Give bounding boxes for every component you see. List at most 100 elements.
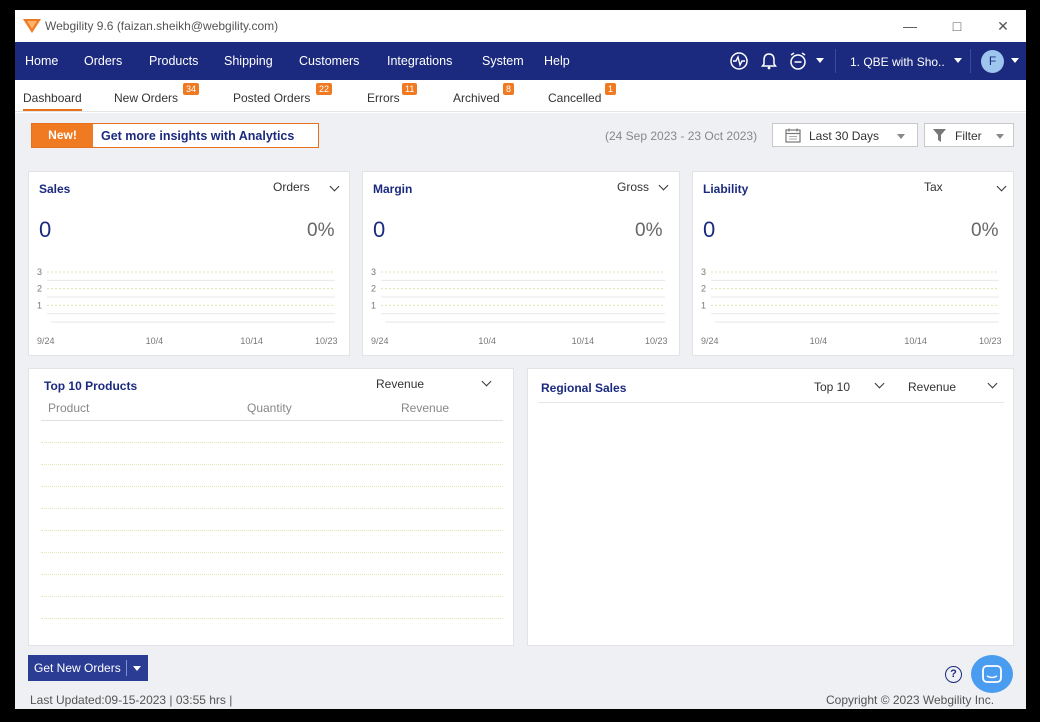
copyright: Copyright © 2023 Webgility Inc. (826, 693, 995, 707)
alarm-icon[interactable] (788, 51, 808, 71)
liability-dropdown[interactable]: Tax (924, 180, 943, 194)
x-tick-label: 9/24 (701, 336, 719, 346)
nav-divider (835, 49, 836, 73)
column-revenue[interactable]: Revenue (401, 401, 449, 415)
sales-dropdown[interactable]: Orders (273, 180, 310, 194)
regional-sales-card: Regional Sales Top 10 Revenue (527, 368, 1014, 646)
new-orders-badge: 34 (183, 83, 200, 95)
x-tick-label: 10/14 (572, 336, 595, 346)
regional-metric-dropdown[interactable]: Revenue (908, 380, 956, 394)
tab-new-orders[interactable]: New Orders (114, 91, 178, 105)
nav-help[interactable]: Help (544, 54, 570, 68)
button-divider (126, 660, 127, 676)
errors-badge: 11 (402, 83, 418, 95)
cancelled-badge: 1 (605, 83, 617, 95)
window-title: Webgility 9.6 (faizan.sheikh@webgility.c… (45, 19, 279, 33)
column-quantity[interactable]: Quantity (247, 401, 292, 415)
sales-percent: 0% (307, 220, 335, 241)
period-dropdown[interactable]: Last 30 Days (772, 123, 918, 147)
regional-top-dropdown[interactable]: Top 10 (814, 380, 850, 394)
filter-caret-icon (996, 134, 1004, 139)
table-row (41, 618, 503, 619)
column-product[interactable]: Product (48, 401, 89, 415)
alarm-caret-icon[interactable] (816, 58, 824, 63)
period-caret-icon (897, 134, 905, 139)
regional-divider (538, 402, 1004, 403)
promo-new-tag: New! (32, 124, 93, 147)
table-row (41, 442, 503, 443)
y-tick-label: 3 (701, 267, 706, 277)
y-tick-label: 1 (37, 300, 42, 310)
main-nav: Home Orders Products Shipping Customers … (15, 42, 1026, 80)
nav-home[interactable]: Home (25, 54, 58, 68)
top-products-dropdown[interactable]: Revenue (376, 377, 424, 391)
tab-posted-orders[interactable]: Posted Orders (233, 91, 310, 105)
tab-archived[interactable]: Archived (453, 91, 500, 105)
filter-label: Filter (955, 129, 982, 143)
get-orders-caret-icon[interactable] (133, 666, 141, 671)
nav-orders[interactable]: Orders (84, 54, 122, 68)
connection-caret-icon[interactable] (954, 58, 962, 63)
sales-value: 0 (39, 217, 52, 242)
avatar[interactable]: F (981, 50, 1004, 73)
table-row (41, 508, 503, 509)
x-tick-label: 10/14 (904, 336, 927, 346)
regional-metric-chevron-down-icon[interactable] (987, 378, 998, 389)
regional-sales-title: Regional Sales (541, 381, 627, 395)
margin-dropdown[interactable]: Gross (617, 180, 649, 194)
y-tick-label: 2 (701, 284, 706, 294)
y-tick-label: 1 (371, 300, 376, 310)
avatar-caret-icon[interactable] (1011, 58, 1019, 63)
nav-shipping[interactable]: Shipping (224, 54, 273, 68)
regional-top-chevron-down-icon[interactable] (874, 378, 885, 389)
table-row (41, 596, 503, 597)
table-row (41, 574, 503, 575)
nav-system[interactable]: System (482, 54, 524, 68)
x-tick-label: 10/23 (979, 336, 1002, 346)
nav-divider (970, 49, 971, 73)
archived-badge: 8 (503, 83, 515, 95)
order-tabs: Dashboard New Orders 34 Posted Orders 22… (15, 80, 1026, 112)
get-new-orders-button[interactable]: Get New Orders (28, 655, 148, 681)
close-icon[interactable]: ✕ (988, 15, 1018, 37)
liability-card: Liability Tax 0 0% 3 2 1 9/24 10/4 10/14 10/23 (692, 171, 1014, 356)
help-icon[interactable]: ? (945, 666, 962, 683)
top-products-chevron-down-icon[interactable] (481, 376, 492, 387)
period-label: Last 30 Days (809, 129, 880, 143)
maximize-icon[interactable]: □ (942, 15, 972, 37)
tab-dashboard[interactable]: Dashboard (23, 91, 82, 111)
sales-title: Sales (39, 182, 71, 196)
nav-customers[interactable]: Customers (299, 54, 359, 68)
posted-orders-badge: 22 (316, 83, 333, 95)
chat-icon (982, 665, 1002, 683)
nav-integrations[interactable]: Integrations (387, 54, 452, 68)
bell-icon[interactable] (759, 51, 779, 71)
connection-selector[interactable]: 1. QBE with Sho.. (850, 55, 945, 69)
app-window: Webgility 9.6 (faizan.sheikh@webgility.c… (15, 10, 1026, 709)
filter-dropdown[interactable]: Filter (924, 123, 1014, 147)
tab-cancelled[interactable]: Cancelled (548, 91, 601, 105)
activity-icon[interactable] (729, 51, 749, 71)
nav-products[interactable]: Products (149, 54, 198, 68)
title-bar: Webgility 9.6 (faizan.sheikh@webgility.c… (15, 10, 1026, 42)
table-row (41, 530, 503, 531)
minimize-icon[interactable]: — (895, 15, 925, 37)
calendar-icon (785, 128, 801, 143)
analytics-promo[interactable]: New! Get more insights with Analytics (31, 123, 319, 148)
sales-mini-chart: 3 2 1 9/24 10/4 10/14 10/23 (37, 267, 338, 346)
top-products-title: Top 10 Products (44, 379, 138, 393)
promo-text[interactable]: Get more insights with Analytics (101, 129, 294, 143)
tab-errors[interactable]: Errors (367, 91, 400, 105)
table-row (41, 486, 503, 487)
liability-chevron-down-icon[interactable] (996, 181, 1007, 192)
margin-mini-chart: 3 2 1 9/24 10/4 10/14 10/23 (371, 267, 668, 346)
x-tick-label: 10/4 (810, 336, 828, 346)
margin-title: Margin (373, 182, 413, 196)
y-tick-label: 2 (37, 284, 42, 294)
margin-chevron-down-icon[interactable] (658, 180, 669, 191)
x-tick-label: 10/14 (240, 336, 263, 346)
sales-chevron-down-icon[interactable] (329, 181, 340, 192)
chat-button[interactable] (971, 655, 1013, 693)
top-products-card: Top 10 Products Revenue Product Quantity… (28, 368, 514, 646)
get-new-orders-label: Get New Orders (34, 661, 121, 675)
